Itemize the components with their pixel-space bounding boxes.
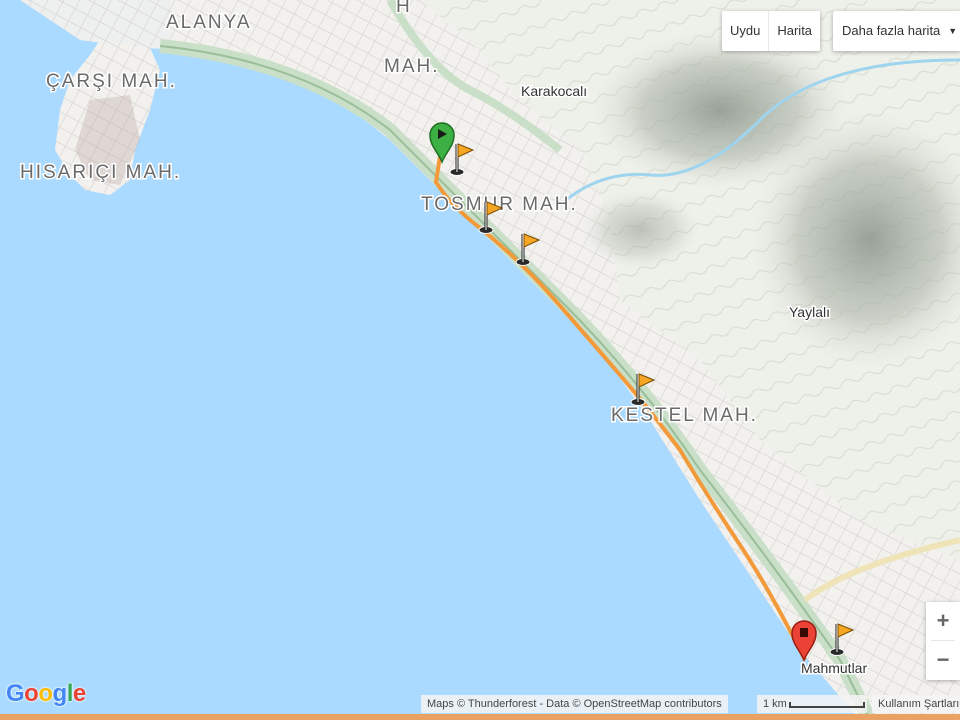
- place-label-kestel: KESTEL MAH.: [611, 405, 758, 426]
- map-type-control: Uydu Harita: [722, 11, 821, 51]
- place-label-tosmur: TOSMUR MAH.: [421, 194, 578, 215]
- map-button[interactable]: Harita: [768, 11, 820, 51]
- google-logo[interactable]: Google: [6, 680, 86, 708]
- place-label-karakocali: Karakocalı: [521, 83, 587, 99]
- caret-down-icon: ▼: [948, 26, 958, 36]
- place-label-mahmutlar: Mahmutlar: [801, 660, 867, 676]
- place-label-yaylali: Yaylalı: [789, 304, 830, 320]
- place-label-mah: MAH.: [384, 56, 440, 77]
- scale-label: 1 km: [763, 698, 787, 710]
- bottom-strip: [0, 714, 960, 720]
- zoom-in-button[interactable]: +: [926, 602, 960, 640]
- hill-shade: [580, 190, 700, 270]
- scale-control[interactable]: 1 km: [757, 695, 867, 713]
- scale-bar: [789, 702, 865, 708]
- zoom-control: + −: [926, 602, 960, 680]
- zoom-out-button[interactable]: −: [926, 641, 960, 679]
- map-canvas[interactable]: ALANYA H ÇARŞI MAH. HISARIÇI MAH. MAH. K…: [0, 0, 960, 720]
- more-maps-dropdown[interactable]: Daha fazla harita ▼: [833, 11, 960, 51]
- place-label-hisarici: HISARIÇI MAH.: [20, 162, 181, 183]
- place-label-carsi: ÇARŞI MAH.: [46, 71, 177, 92]
- place-label-alanya: ALANYA: [166, 12, 252, 33]
- satellite-button[interactable]: Uydu: [722, 11, 768, 51]
- more-maps-label: Daha fazla harita: [842, 23, 941, 38]
- map-attribution: Maps © Thunderforest - Data © OpenStreet…: [421, 695, 728, 713]
- terms-link[interactable]: Kullanım Şartları: [872, 695, 960, 713]
- stop-icon: [800, 628, 808, 637]
- place-label-h: H: [396, 0, 412, 17]
